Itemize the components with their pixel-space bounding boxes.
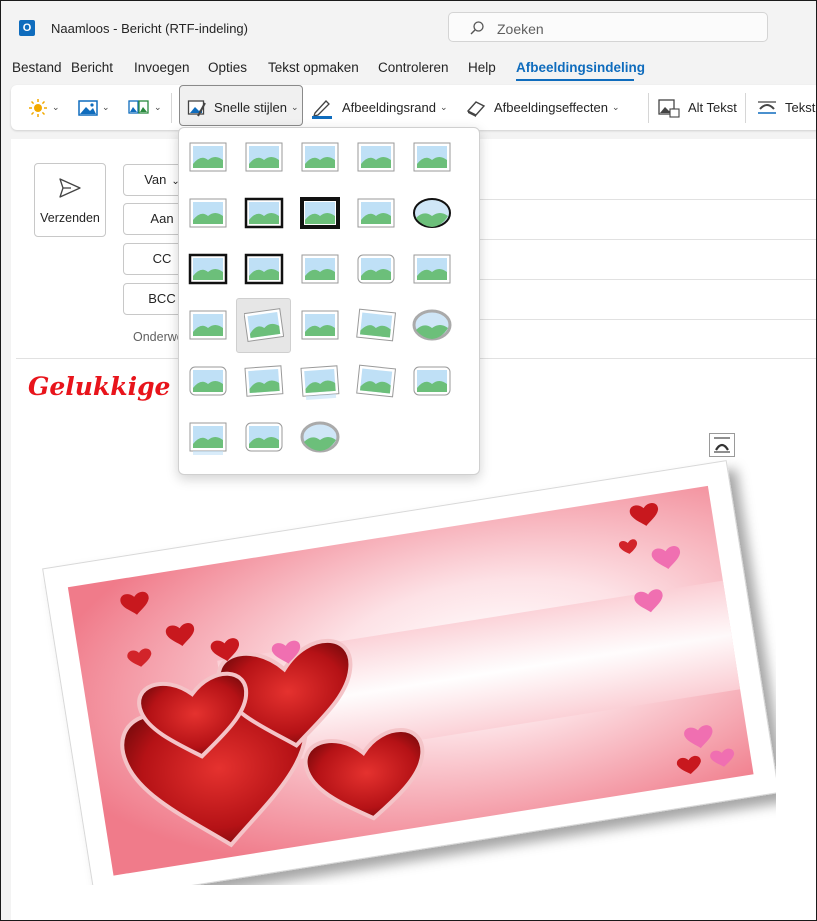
- picture-border-pen-icon: [312, 99, 332, 119]
- quick-style-thumbnail[interactable]: [300, 364, 340, 400]
- quick-style-thumbnail[interactable]: [300, 140, 340, 176]
- chevron-down-icon: ⌄: [439, 102, 448, 112]
- outlook-compose-window: O Naamloos - Bericht (RTF-indeling) Zoek…: [0, 0, 817, 921]
- quick-style-thumbnail[interactable]: [300, 196, 340, 232]
- quick-style-thumbnail[interactable]: [188, 308, 228, 344]
- quick-style-thumbnail[interactable]: [300, 308, 340, 344]
- menu-bericht[interactable]: Bericht: [71, 60, 113, 75]
- chevron-down-icon: ⌄: [291, 102, 299, 112]
- search-placeholder: Zoeken: [497, 21, 544, 37]
- to-field-line: [477, 239, 816, 240]
- picture-border-button[interactable]: Afbeeldingsrand ⌄: [311, 85, 448, 130]
- cc-field-line: [477, 279, 816, 280]
- quick-style-thumbnail[interactable]: [188, 196, 228, 232]
- chevron-down-icon: ⌄: [611, 102, 620, 112]
- ribbon: ⌄ ⌄ ⌄ Snelle stijlen ⌄ Afbeeldingsrand ⌄…: [11, 85, 816, 130]
- outlook-app-icon: O: [19, 20, 35, 36]
- quick-style-thumbnail[interactable]: [188, 364, 228, 400]
- send-paper-plane-icon: [59, 178, 81, 198]
- menu-afbeeldingsindeling[interactable]: Afbeeldingsindeling: [516, 60, 645, 75]
- color-button[interactable]: ⌄: [78, 85, 110, 130]
- picture-effects-label: Afbeeldingseffecten: [494, 100, 608, 115]
- quick-style-thumbnail[interactable]: [244, 140, 284, 176]
- send-button[interactable]: Verzenden: [34, 163, 106, 237]
- quick-style-thumbnail[interactable]: [244, 196, 284, 232]
- menu-opties[interactable]: Opties: [208, 60, 247, 75]
- menu-tekst-opmaken[interactable]: Tekst opmaken: [268, 60, 359, 75]
- alt-text-label: Alt Tekst: [688, 100, 737, 115]
- quick-style-thumbnail[interactable]: [412, 308, 452, 344]
- menu-bar: Bestand Bericht Invoegen Opties Tekst op…: [1, 53, 816, 81]
- artistic-effects-icon: [128, 99, 149, 114]
- ribbon-separator: [745, 93, 746, 123]
- quick-style-thumbnail[interactable]: [244, 308, 284, 344]
- quick-style-thumbnail[interactable]: [244, 252, 284, 288]
- chevron-down-icon: ⌄: [154, 102, 162, 112]
- quick-style-thumbnail[interactable]: [356, 196, 396, 232]
- quick-style-thumbnail[interactable]: [412, 252, 452, 288]
- quick-style-thumbnail[interactable]: [188, 252, 228, 288]
- picture-border-label: Afbeeldingsrand: [342, 100, 436, 115]
- quick-style-thumbnail[interactable]: [244, 364, 284, 400]
- quick-styles-gallery: [178, 127, 480, 475]
- chevron-down-icon: ⌄: [102, 102, 110, 112]
- menu-bestand[interactable]: Bestand: [12, 60, 62, 75]
- window-title: Naamloos - Bericht (RTF-indeling): [51, 21, 248, 36]
- layout-options-icon: [714, 437, 730, 453]
- wrap-text-button[interactable]: Tekst: [757, 85, 815, 130]
- quick-style-thumbnail[interactable]: [188, 420, 228, 456]
- ribbon-separator: [171, 93, 172, 123]
- brightness-sun-icon: [29, 98, 47, 117]
- send-label: Verzenden: [40, 211, 100, 225]
- quick-style-thumbnail[interactable]: [412, 196, 452, 232]
- picture-effects-icon: [466, 100, 486, 117]
- bcc-field-line: [477, 319, 816, 320]
- alt-text-icon: [658, 98, 680, 118]
- from-field-line: [477, 199, 816, 200]
- alt-text-button[interactable]: Alt Tekst: [658, 85, 737, 130]
- wrap-text-label: Tekst: [785, 100, 816, 115]
- quick-style-thumbnail[interactable]: [300, 420, 340, 456]
- quick-style-thumbnail[interactable]: [412, 140, 452, 176]
- quick-style-thumbnail[interactable]: [356, 308, 396, 344]
- artistic-effects-button[interactable]: ⌄: [128, 85, 162, 130]
- valentine-postcard-image[interactable]: [41, 455, 776, 885]
- subject-label[interactable]: Onderwe: [133, 330, 184, 344]
- ribbon-separator: [648, 93, 649, 123]
- chevron-down-icon: ⌄: [52, 102, 60, 112]
- title-bar: O Naamloos - Bericht (RTF-indeling) Zoek…: [1, 1, 816, 53]
- corrections-button[interactable]: ⌄: [28, 85, 60, 130]
- quick-styles-label: Snelle stijlen: [214, 100, 287, 115]
- picture-effects-button[interactable]: Afbeeldingseffecten ⌄: [466, 85, 620, 130]
- quick-style-thumbnail[interactable]: [244, 420, 284, 456]
- quick-style-thumbnail[interactable]: [188, 140, 228, 176]
- quick-style-thumbnail[interactable]: [356, 364, 396, 400]
- active-tab-indicator: [516, 79, 634, 81]
- quick-styles-icon: [187, 99, 206, 116]
- menu-help[interactable]: Help: [468, 60, 496, 75]
- menu-invoegen[interactable]: Invoegen: [134, 60, 190, 75]
- quick-style-thumbnail[interactable]: [356, 252, 396, 288]
- search-box[interactable]: Zoeken: [448, 12, 768, 42]
- quick-style-thumbnail[interactable]: [356, 140, 396, 176]
- from-label: Van: [144, 172, 167, 187]
- layout-options-button[interactable]: [709, 433, 735, 457]
- wrap-text-icon: [758, 100, 776, 114]
- menu-controleren[interactable]: Controleren: [378, 60, 449, 75]
- picture-color-icon: [78, 99, 98, 116]
- quick-style-thumbnail[interactable]: [412, 364, 452, 400]
- search-icon: [470, 21, 484, 35]
- quick-style-thumbnail[interactable]: [300, 252, 340, 288]
- quick-styles-button[interactable]: Snelle stijlen ⌄: [187, 85, 299, 130]
